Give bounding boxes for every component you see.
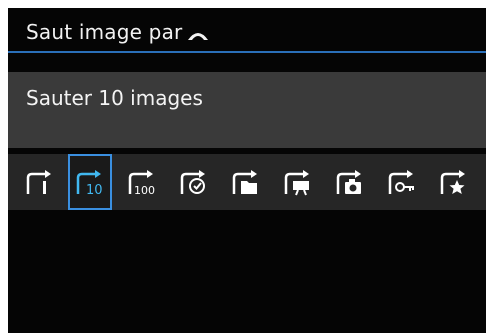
jump-stills-option[interactable] [328,154,372,210]
movie-icon [284,170,309,196]
date-icon [180,170,205,194]
folder-icon [232,170,257,194]
jump-by-folder-option[interactable] [224,154,268,210]
camera-icon [336,170,361,194]
svg-text:100: 100 [134,184,155,197]
menu-title-wrap: Saut image par [26,20,211,44]
svg-text:10: 10 [86,183,103,198]
star-icon [440,170,465,194]
jump-100-icon: 100 [128,170,155,197]
key-icon [388,170,414,194]
jump-1-icon [26,170,51,194]
jump-movies-option[interactable] [276,154,320,210]
jump-option-row: 10 100 [8,154,486,210]
dial-icon [185,23,211,40]
jump-by-date-option[interactable] [172,154,216,210]
camera-menu-screen: Saut image par Sauter 10 images 10 100 [8,8,486,333]
jump-rating-option[interactable] [432,154,476,210]
header-divider [8,51,486,53]
jump-100-images-option[interactable]: 100 [120,154,164,210]
menu-header: Saut image par [8,8,486,53]
current-setting-value: Sauter 10 images [26,86,203,110]
jump-10-images-option[interactable]: 10 [68,154,112,210]
jump-1-image-option[interactable] [18,154,62,210]
jump-protected-option[interactable] [380,154,424,210]
menu-title: Saut image par [26,20,183,44]
jump-10-icon: 10 [76,170,103,198]
current-setting-panel: Sauter 10 images [8,72,486,148]
